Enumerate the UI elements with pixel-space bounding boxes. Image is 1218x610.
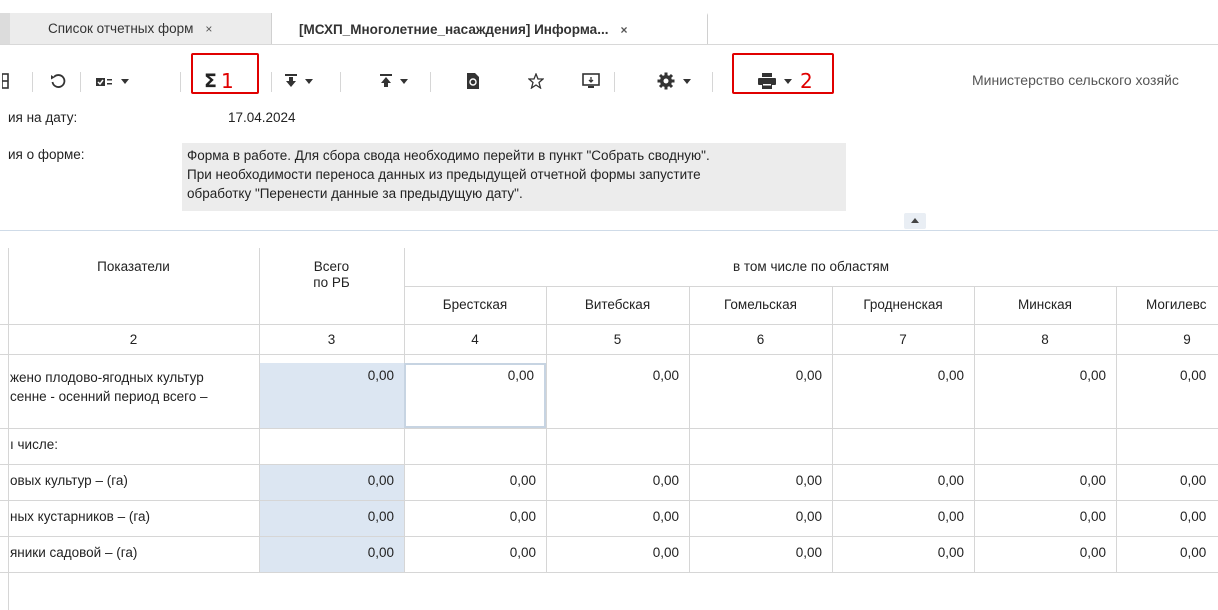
ministry-label: Министерство сельского хозяйс bbox=[972, 72, 1179, 88]
header-region: Брестская bbox=[442, 297, 508, 312]
header-region: Могилевс bbox=[1146, 297, 1207, 312]
row-label-line: жено плодово-ягодных культур bbox=[10, 370, 204, 385]
header-region: Гомельская bbox=[724, 297, 797, 312]
table-cell[interactable]: 0,00 bbox=[832, 509, 974, 524]
table-cell[interactable]: 0,00 bbox=[404, 509, 546, 524]
settings-dropdown[interactable] bbox=[657, 66, 691, 96]
tab-label: Список отчетных форм bbox=[48, 21, 194, 36]
tab-edge bbox=[0, 13, 10, 44]
col-number: 9 bbox=[1183, 332, 1191, 347]
chevron-up-icon bbox=[911, 218, 919, 223]
annotation-1: 1 bbox=[220, 69, 234, 93]
table-cell[interactable]: 0,00 bbox=[689, 545, 832, 560]
sum-button[interactable]: Σ 1 bbox=[204, 66, 234, 96]
table-cell[interactable]: 0,00 bbox=[1180, 509, 1218, 524]
col-number: 8 bbox=[1041, 332, 1049, 347]
form-info-box: Форма в работе. Для сбора свода необходи… bbox=[182, 143, 846, 211]
printer-icon bbox=[758, 73, 776, 89]
header-total-line: Всего bbox=[313, 259, 350, 274]
row-label: ных кустарников – (га) bbox=[10, 509, 150, 524]
table-cell[interactable]: 0,00 bbox=[974, 545, 1116, 560]
upload-dropdown[interactable] bbox=[380, 66, 408, 96]
col-number: 4 bbox=[471, 332, 479, 347]
info-line: Форма в работе. Для сбора свода необходи… bbox=[187, 148, 710, 163]
table-cell[interactable]: 0,00 bbox=[259, 368, 404, 383]
table-cell[interactable]: 0,00 bbox=[689, 509, 832, 524]
header-total-line: по РБ bbox=[313, 275, 350, 290]
table-cell[interactable]: 0,00 bbox=[404, 473, 546, 488]
row-label: ı числе: bbox=[10, 437, 58, 452]
tab-report-list[interactable]: Список отчетных форм × bbox=[0, 13, 272, 44]
header-region: Минская bbox=[1017, 297, 1072, 312]
star-icon[interactable] bbox=[528, 66, 544, 96]
monitor-icon[interactable] bbox=[582, 66, 600, 96]
info-line: При необходимости переноса данных из пре… bbox=[187, 167, 701, 182]
tab-label: [МСХП_Многолетние_насаждения] Информа... bbox=[299, 22, 609, 37]
table-cell[interactable]: 0,00 bbox=[546, 545, 689, 560]
date-value: 17.04.2024 bbox=[228, 110, 296, 125]
refresh-icon[interactable] bbox=[50, 66, 66, 96]
row-label: яники садовой – (га) bbox=[10, 545, 138, 560]
upload-icon bbox=[380, 74, 392, 87]
table-cell[interactable]: 0,00 bbox=[404, 545, 546, 560]
sum-icon: Σ bbox=[204, 70, 217, 92]
table-cell-selected[interactable]: 0,00 bbox=[404, 363, 546, 428]
panel-icon[interactable] bbox=[2, 66, 10, 96]
col-number: 7 bbox=[899, 332, 907, 347]
row-label: жено плодово-ягодных культур сенне - осе… bbox=[10, 368, 260, 406]
table-cell[interactable]: 0,00 bbox=[259, 473, 404, 488]
info-label: ия о форме: bbox=[8, 147, 85, 162]
checklist-dropdown[interactable] bbox=[95, 66, 129, 96]
header-region: Витебская bbox=[584, 297, 651, 312]
col-number: 2 bbox=[129, 332, 138, 347]
table-cell[interactable]: 0,00 bbox=[689, 368, 832, 383]
table-cell[interactable]: 0,00 bbox=[689, 473, 832, 488]
download-dropdown[interactable] bbox=[285, 66, 313, 96]
download-icon bbox=[285, 74, 297, 87]
row-label-line: сенне - осенний период всего – bbox=[10, 389, 208, 404]
col-number: 5 bbox=[613, 332, 622, 347]
close-icon[interactable]: × bbox=[620, 23, 627, 37]
table-cell[interactable]: 0,00 bbox=[832, 368, 974, 383]
tab-form[interactable]: [МСХП_Многолетние_насаждения] Информа...… bbox=[273, 13, 708, 44]
col-number: 6 bbox=[756, 332, 765, 347]
header-indicators: Показатели bbox=[97, 259, 170, 274]
header-regions-group: в том числе по областям bbox=[732, 259, 890, 274]
table-cell[interactable]: 0,00 bbox=[1180, 368, 1218, 383]
header-region: Гродненская bbox=[863, 297, 943, 312]
table-cell[interactable]: 0,00 bbox=[1180, 473, 1218, 488]
checklist-icon bbox=[96, 78, 112, 86]
row-label: овых культур – (га) bbox=[10, 473, 128, 488]
table-cell[interactable]: 0,00 bbox=[1180, 545, 1218, 560]
close-icon[interactable]: × bbox=[205, 22, 212, 36]
table-cell[interactable]: 0,00 bbox=[832, 545, 974, 560]
document-refresh-icon[interactable] bbox=[466, 66, 480, 96]
header-total: Всего по РБ bbox=[259, 259, 404, 291]
date-label: ия на дату: bbox=[8, 110, 78, 125]
table-cell[interactable]: 0,00 bbox=[974, 509, 1116, 524]
table-cell[interactable]: 0,00 bbox=[259, 545, 404, 560]
table-cell[interactable]: 0,00 bbox=[974, 473, 1116, 488]
table-cell[interactable]: 0,00 bbox=[546, 509, 689, 524]
table-cell[interactable]: 0,00 bbox=[974, 368, 1116, 383]
table-cell[interactable]: 0,00 bbox=[832, 473, 974, 488]
splitter bbox=[0, 212, 1218, 231]
table-cell[interactable]: 0,00 bbox=[546, 368, 689, 383]
table-cell[interactable]: 0,00 bbox=[259, 509, 404, 524]
annotation-2: 2 bbox=[800, 69, 813, 93]
gear-icon bbox=[657, 72, 675, 90]
col-number: 3 bbox=[327, 332, 336, 347]
info-line: обработку "Перенести данные за предыдущу… bbox=[187, 186, 523, 201]
table-cell[interactable]: 0,00 bbox=[546, 473, 689, 488]
collapse-button[interactable] bbox=[904, 213, 926, 229]
print-dropdown[interactable]: 2 bbox=[758, 66, 813, 96]
